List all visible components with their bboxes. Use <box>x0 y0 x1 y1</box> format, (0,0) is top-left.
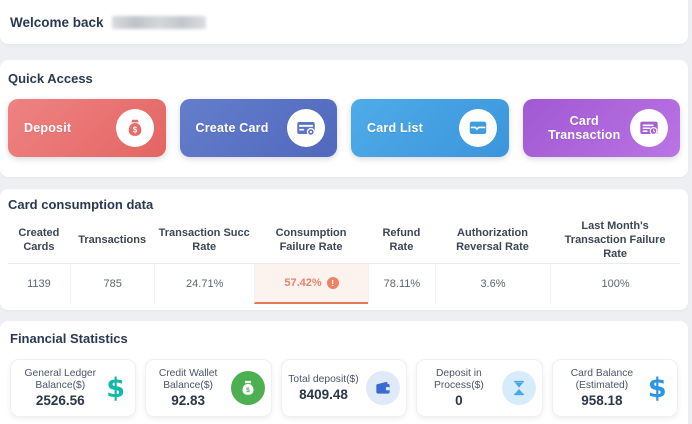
deposit-in-process-card[interactable]: Deposit in Process($) 0 <box>416 359 542 417</box>
card-transaction-button[interactable]: Card Transaction <box>523 99 681 157</box>
redacted-username <box>112 16 206 29</box>
financial-statistics-section: Financial Statistics General Ledger Bala… <box>0 321 688 424</box>
credit-wallet-balance-value: 92.83 <box>152 393 223 408</box>
card-list-label: Card List <box>367 121 423 135</box>
financial-statistics-title: Financial Statistics <box>10 331 678 346</box>
hourglass-icon <box>502 371 536 405</box>
quick-access-buttons: Deposit $ Create Card <box>8 99 680 157</box>
warning-icon: ! <box>327 277 339 289</box>
general-ledger-balance-value: 2526.56 <box>21 393 99 408</box>
welcome-text: Welcome back <box>10 15 104 30</box>
card-list-button[interactable]: Card List <box>351 99 509 157</box>
consumption-table: Created Cards Transactions Transaction S… <box>8 218 680 304</box>
quick-access-section: Quick Access Deposit $ Create Card <box>0 60 688 177</box>
deposit-button[interactable]: Deposit $ <box>8 99 166 157</box>
card-balance-estimated-label: Card Balance (Estimated) <box>563 368 641 392</box>
consumption-table-header: Created Cards Transactions Transaction S… <box>8 218 680 263</box>
money-bag-icon: $ <box>116 109 154 147</box>
deposit-label: Deposit <box>24 121 71 135</box>
value-created-cards: 1139 <box>8 264 70 304</box>
value-last-month-failure-rate: 100% <box>550 264 680 304</box>
col-refund-rate: Refund Rate <box>368 218 435 263</box>
col-transactions: Transactions <box>70 218 155 263</box>
total-deposit-label: Total deposit($) <box>288 374 358 386</box>
card-consumption-section: Card consumption data Created Cards Tran… <box>0 189 688 310</box>
card-clock-icon <box>630 109 668 147</box>
credit-wallet-balance-card[interactable]: Credit Wallet Balance($) 92.83 $ <box>145 359 271 417</box>
general-ledger-balance-label: General Ledger Balance($) <box>21 368 99 392</box>
value-transaction-succ-rate: 24.71% <box>154 264 253 304</box>
dollar-icon: $ <box>648 375 667 402</box>
total-deposit-value: 8409.48 <box>288 387 358 402</box>
general-ledger-balance-card[interactable]: General Ledger Balance($) 2526.56 $ <box>10 359 136 417</box>
quick-access-title: Quick Access <box>8 71 680 86</box>
financial-cards: General Ledger Balance($) 2526.56 $ Cred… <box>10 359 678 417</box>
value-transactions: 785 <box>70 264 155 304</box>
card-transaction-label: Card Transaction <box>539 114 631 142</box>
card-balance-estimated-value: 958.18 <box>563 393 641 408</box>
col-consumption-failure-rate: Consumption Failure Rate <box>254 218 368 263</box>
card-balance-estimated-card[interactable]: Card Balance (Estimated) 958.18 $ <box>552 359 678 417</box>
col-authorization-reversal-rate: Authorization Reversal Rate <box>435 218 551 263</box>
wallet-icon <box>366 371 400 405</box>
value-refund-rate: 78.11% <box>368 264 435 304</box>
create-card-button[interactable]: Create Card <box>180 99 338 157</box>
money-bag-icon: $ <box>231 371 265 405</box>
credit-wallet-balance-label: Credit Wallet Balance($) <box>152 368 223 392</box>
wallet-card-icon <box>459 109 497 147</box>
value-authorization-reversal-rate: 3.6% <box>435 264 551 304</box>
deposit-in-process-label: Deposit in Process($) <box>423 368 494 392</box>
failure-rate-value: 57.42% <box>284 277 321 289</box>
svg-text:$: $ <box>132 126 137 135</box>
dollar-icon: $ <box>106 375 125 402</box>
consumption-table-row: 1139 785 24.71% 57.42% ! 78.11% 3.6% 100… <box>8 263 680 304</box>
card-consumption-title: Card consumption data <box>8 197 680 212</box>
deposit-in-process-value: 0 <box>423 393 494 408</box>
dashboard-page: Welcome back Quick Access Deposit $ Crea… <box>0 0 692 424</box>
svg-text:$: $ <box>246 387 250 394</box>
create-card-label: Create Card <box>196 121 269 135</box>
col-transaction-succ-rate: Transaction Succ Rate <box>154 218 253 263</box>
col-created-cards: Created Cards <box>8 218 70 263</box>
welcome-header: Welcome back <box>0 0 688 44</box>
total-deposit-card[interactable]: Total deposit($) 8409.48 <box>281 359 407 417</box>
create-card-icon <box>287 109 325 147</box>
value-consumption-failure-rate: 57.42% ! <box>254 264 368 304</box>
col-last-month-failure-rate: Last Month's Transaction Failure Rate <box>550 218 680 263</box>
